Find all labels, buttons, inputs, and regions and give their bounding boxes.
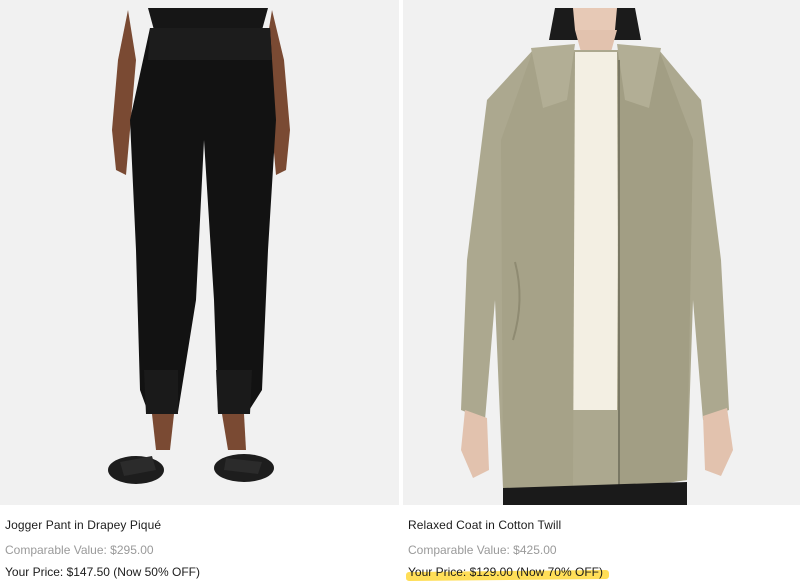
product-title[interactable]: Jogger Pant in Drapey Piqué bbox=[5, 518, 161, 532]
jogger-pant-photo bbox=[0, 0, 399, 505]
price-highlight: Your Price: $129.00 (Now 70% OFF) bbox=[405, 565, 610, 582]
product-image[interactable] bbox=[403, 0, 800, 505]
product-image[interactable] bbox=[0, 0, 399, 505]
relaxed-coat-photo bbox=[403, 0, 800, 505]
product-card-jogger-pant[interactable]: Jogger Pant in Drapey Piqué Comparable V… bbox=[0, 0, 399, 579]
product-title[interactable]: Relaxed Coat in Cotton Twill bbox=[408, 518, 561, 532]
comparable-value: Comparable Value: $425.00 bbox=[408, 543, 557, 557]
product-card-relaxed-coat[interactable]: Relaxed Coat in Cotton Twill Comparable … bbox=[403, 0, 800, 582]
your-price: Your Price: $147.50 (Now 50% OFF) bbox=[5, 565, 200, 579]
comparable-value: Comparable Value: $295.00 bbox=[5, 543, 154, 557]
your-price-highlighted: Your Price: $129.00 (Now 70% OFF) bbox=[405, 565, 610, 582]
your-price: Your Price: $129.00 (Now 70% OFF) bbox=[408, 565, 603, 579]
product-grid: Jogger Pant in Drapey Piqué Comparable V… bbox=[0, 0, 800, 587]
